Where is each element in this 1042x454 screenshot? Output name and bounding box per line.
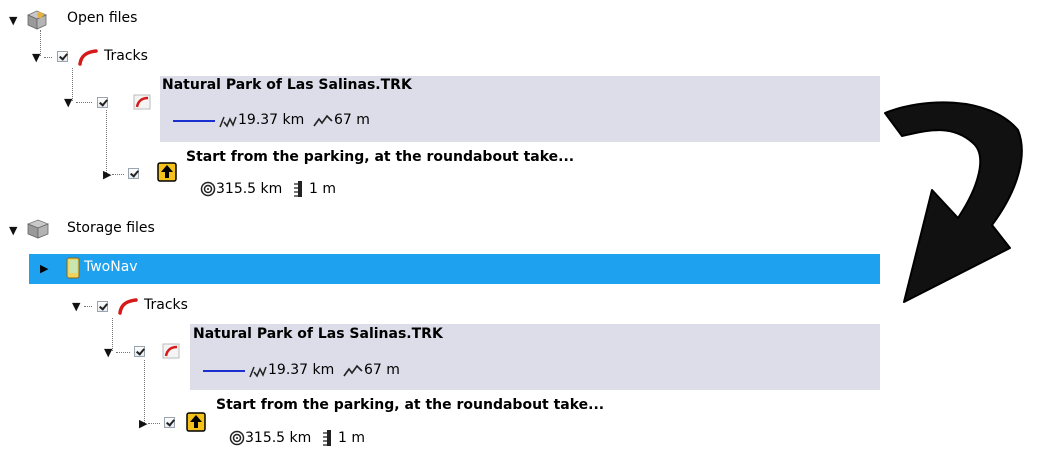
waypoint-altitude: 1 m <box>309 181 336 197</box>
altitude-icon <box>323 430 331 446</box>
tree-guide-line <box>106 110 107 173</box>
up-arrow-waypoint-icon <box>157 162 177 182</box>
waypoint-distance: 315.5 km <box>216 181 283 197</box>
elevation-icon <box>343 364 363 377</box>
tracks-label[interactable]: Tracks <box>144 297 188 313</box>
distance-icon <box>229 430 245 446</box>
tree-guide-line <box>116 352 130 353</box>
track-color-line <box>173 120 215 122</box>
expand-waypoint-icon[interactable]: ▶ <box>103 169 111 180</box>
storage-files-label[interactable]: Storage files <box>67 220 155 236</box>
tree-guide-line <box>144 360 145 423</box>
expand-track-icon[interactable]: ▼ <box>64 97 72 108</box>
track-checkbox[interactable] <box>97 97 108 108</box>
selected-device-row[interactable] <box>29 254 880 284</box>
waypoint-altitude: 1 m <box>338 430 365 446</box>
tree-guide-line <box>84 306 92 307</box>
altitude-icon <box>294 181 302 197</box>
red-track-icon <box>78 49 98 66</box>
tracks-checkbox[interactable] <box>57 51 68 62</box>
track-name[interactable]: Natural Park of Las Salinas.TRK <box>193 326 443 342</box>
track-name[interactable]: Natural Park of Las Salinas.TRK <box>162 77 412 93</box>
track-file-icon <box>133 94 151 110</box>
track-file-icon <box>162 343 180 359</box>
track-distance: 19.37 km <box>268 362 335 378</box>
storage-cube-icon <box>27 219 49 239</box>
tracks-checkbox[interactable] <box>97 301 108 312</box>
expand-tracks-icon[interactable]: ▼ <box>32 52 40 63</box>
distance-icon <box>219 116 237 128</box>
distance-icon <box>249 366 267 378</box>
curved-arrow-icon <box>884 101 1023 303</box>
waypoint-name[interactable]: Start from the parking, at the roundabou… <box>186 149 574 165</box>
red-track-icon <box>118 298 138 315</box>
waypoint-checkbox[interactable] <box>164 417 175 428</box>
up-arrow-waypoint-icon <box>186 412 206 432</box>
track-checkbox[interactable] <box>134 346 145 357</box>
track-distance: 19.37 km <box>238 112 305 128</box>
track-elevation: 67 m <box>334 112 370 128</box>
tracks-label[interactable]: Tracks <box>104 48 148 64</box>
waypoint-distance: 315.5 km <box>245 430 312 446</box>
tree-guide-line <box>148 423 160 424</box>
device-label[interactable]: TwoNav <box>84 259 138 275</box>
expand-tracks-icon[interactable]: ▼ <box>72 301 80 312</box>
waypoint-checkbox[interactable] <box>128 168 139 179</box>
tree-guide-line <box>44 57 52 58</box>
cube-folder-icon <box>27 10 47 30</box>
expand-device-icon[interactable]: ▶ <box>40 263 48 274</box>
open-files-label[interactable]: Open files <box>67 10 137 26</box>
expand-track-icon[interactable]: ▼ <box>104 347 112 358</box>
waypoint-name[interactable]: Start from the parking, at the roundabou… <box>216 397 604 413</box>
tree-guide-line <box>76 102 92 103</box>
expand-storage-files-icon[interactable]: ▼ <box>9 225 17 236</box>
phone-device-icon <box>66 257 80 279</box>
expand-open-files-icon[interactable]: ▼ <box>9 15 17 26</box>
distance-icon <box>200 181 216 197</box>
track-color-line <box>203 370 245 372</box>
track-elevation: 67 m <box>364 362 400 378</box>
elevation-icon <box>313 114 333 127</box>
tree-guide-line <box>112 174 124 175</box>
expand-waypoint-icon[interactable]: ▶ <box>139 418 147 429</box>
